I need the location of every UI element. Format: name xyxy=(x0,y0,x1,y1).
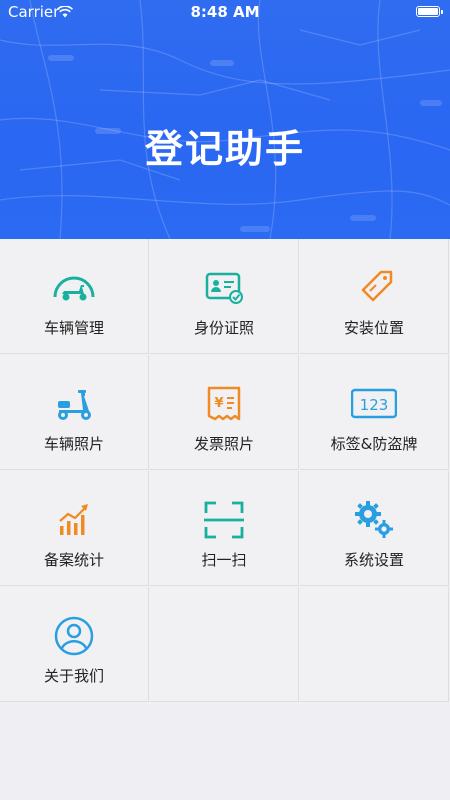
menu-item-scan[interactable]: 扫一扫 xyxy=(150,471,299,586)
id-card-icon xyxy=(201,267,247,309)
menu-item-label: 扫一扫 xyxy=(201,551,247,569)
gears-icon xyxy=(351,499,397,541)
svg-text:¥: ¥ xyxy=(214,396,223,411)
status-time: 8:48 AM xyxy=(190,3,260,21)
scooter-speed-icon xyxy=(51,267,97,309)
menu-item-vehicle-management[interactable]: 车辆管理 xyxy=(0,239,149,354)
menu-item-id-card-photo[interactable]: 身份证照 xyxy=(150,239,299,354)
tag-icon xyxy=(351,267,397,309)
menu-item-system-settings[interactable]: 系统设置 xyxy=(300,471,449,586)
app-screen: Carrier 8:48 AM 登记助手 车辆管理 身份证照 安装位置 车辆照片… xyxy=(0,0,450,800)
menu-item-label: 车辆照片 xyxy=(43,435,104,453)
bottom-blank-area xyxy=(0,704,450,800)
status-bar: Carrier 8:48 AM xyxy=(0,0,450,24)
menu-item-vehicle-photo[interactable]: 车辆照片 xyxy=(0,355,149,470)
menu-item-label: 标签&防盗牌 xyxy=(330,435,418,453)
menu-item-label: 发票照片 xyxy=(193,435,254,453)
scooter-icon xyxy=(51,383,97,425)
battery-icon xyxy=(416,6,443,17)
plate-123-icon: 123 xyxy=(351,383,397,425)
app-title: 登记助手 xyxy=(144,127,305,171)
menu-item-label: 备案统计 xyxy=(43,551,104,569)
menu-item-about-us[interactable]: 关于我们 xyxy=(0,587,149,702)
header-banner: Carrier 8:48 AM 登记助手 xyxy=(0,0,450,239)
invoice-icon: ¥ xyxy=(201,383,247,425)
menu-item-tag-anti-theft-plate[interactable]: 123 标签&防盗牌 xyxy=(300,355,449,470)
menu-item-label: 关于我们 xyxy=(43,667,104,685)
scan-icon xyxy=(201,499,247,541)
empty-grid-cell xyxy=(150,587,299,702)
menu-item-label: 系统设置 xyxy=(343,551,404,569)
menu-item-label: 安装位置 xyxy=(343,319,404,337)
statistics-chart-icon xyxy=(51,499,97,541)
svg-text:123: 123 xyxy=(360,396,389,414)
menu-item-invoice-photo[interactable]: ¥ 发票照片 xyxy=(150,355,299,470)
user-circle-icon xyxy=(51,615,97,657)
menu-item-label: 身份证照 xyxy=(193,319,254,337)
menu-item-install-location[interactable]: 安装位置 xyxy=(300,239,449,354)
menu-item-registration-stats[interactable]: 备案统计 xyxy=(0,471,149,586)
menu-item-label: 车辆管理 xyxy=(43,319,104,337)
empty-grid-cell xyxy=(300,587,449,702)
